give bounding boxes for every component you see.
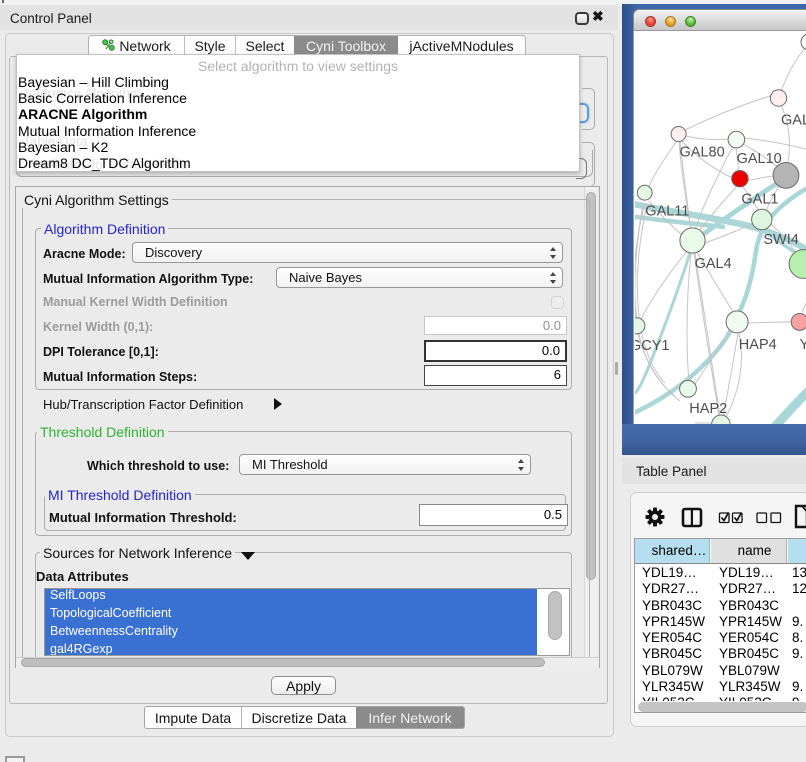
svg-text:HAP2: HAP2 [689,401,727,417]
svg-text:HAP4: HAP4 [739,337,777,353]
svg-text:SWI4: SWI4 [763,232,798,248]
svg-text:GAL1: GAL1 [741,192,778,208]
svg-text:GAL80: GAL80 [680,145,725,161]
svg-text:GAL11: GAL11 [645,204,689,220]
svg-text:GAL10: GAL10 [737,151,782,167]
svg-text:Y: Y [800,337,806,353]
svg-text:GAL: GAL [781,113,806,129]
svg-text:GAL4: GAL4 [695,256,732,272]
svg-text:GCY1: GCY1 [635,338,670,354]
